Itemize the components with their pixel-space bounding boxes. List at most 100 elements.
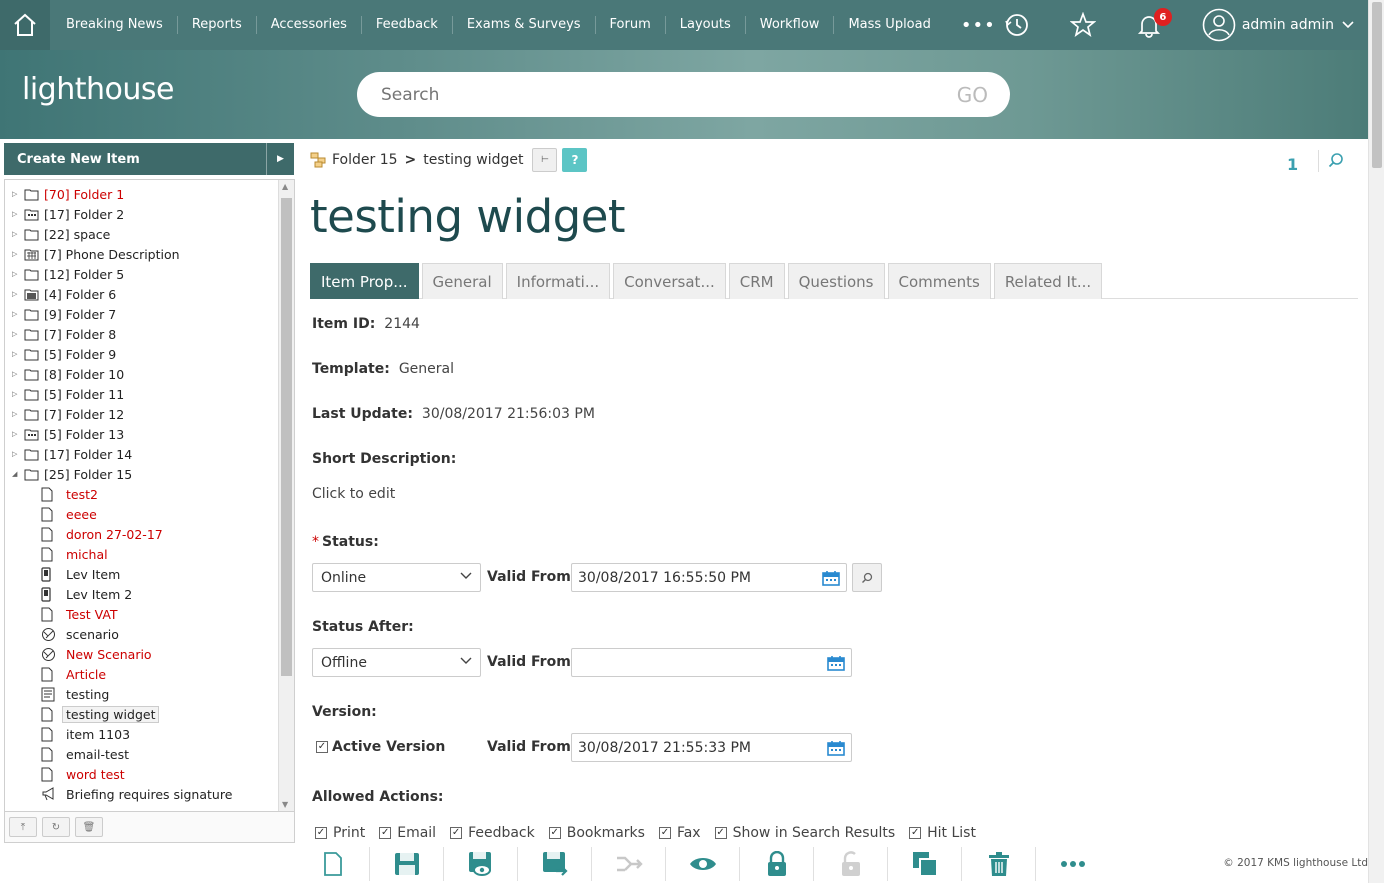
nav-item-breaking-news[interactable]: Breaking News (52, 16, 178, 34)
expand-triangle-icon[interactable]: ▷ (12, 370, 22, 378)
checkbox-checked-icon[interactable]: ✓ (909, 827, 922, 839)
delete-button[interactable] (962, 847, 1036, 881)
tree-item[interactable]: email-test (35, 744, 129, 764)
notifications-button[interactable]: 6 (1116, 0, 1182, 50)
status-after-select[interactable]: Offline (312, 648, 481, 677)
user-menu[interactable]: admin admin (1182, 0, 1384, 50)
allowed-action-show-in-search-results[interactable]: ✓ Show in Search Results (714, 825, 895, 841)
nav-item-feedback[interactable]: Feedback (362, 16, 453, 34)
tree-item[interactable]: test2 (35, 484, 98, 504)
refresh-tree-button[interactable]: ↻ (42, 817, 70, 837)
duplicate-button[interactable] (888, 847, 962, 881)
nav-item-accessories[interactable]: Accessories (257, 16, 362, 34)
tree-item[interactable]: Lev Item (35, 564, 120, 584)
expand-triangle-icon[interactable]: ▷ (12, 390, 22, 398)
version-valid-from-field[interactable]: 30/08/2017 21:55:33 PM (571, 733, 852, 762)
tree-item[interactable]: eeee (35, 504, 97, 524)
expand-triangle-icon[interactable]: ▷ (12, 210, 22, 218)
tree-folder[interactable]: ▷ [7] Phone Description (5, 244, 180, 264)
tree-item[interactable]: scenario (35, 624, 119, 644)
page-number[interactable]: 1 (1287, 155, 1298, 174)
tree-locate-button[interactable]: ⊢ (532, 148, 558, 172)
tab-conversat[interactable]: Conversat... (613, 263, 726, 299)
preview-button[interactable] (666, 847, 740, 881)
tree-folder[interactable]: ▷ [22] space (5, 224, 110, 244)
tree-folder[interactable]: ▷ [5] Folder 11 (5, 384, 124, 404)
tree-folder[interactable]: ▷ [5] Folder 9 (5, 344, 116, 364)
nav-item-forum[interactable]: Forum (596, 16, 666, 34)
tree-item[interactable]: doron 27-02-17 (35, 524, 163, 544)
allowed-action-feedback[interactable]: ✓ Feedback (450, 825, 535, 841)
status-after-valid-from-field[interactable] (571, 648, 852, 677)
more-actions-button[interactable] (1036, 847, 1110, 881)
allowed-action-fax[interactable]: ✓ Fax (658, 825, 701, 841)
create-new-item-button[interactable]: Create New Item ▶ (4, 143, 294, 175)
unlock-button[interactable] (814, 847, 888, 881)
expand-triangle-icon[interactable]: ▷ (12, 190, 22, 198)
save-and-close-button[interactable] (518, 847, 592, 881)
allowed-action-print[interactable]: ✓ Print (315, 825, 365, 841)
checkbox-checked-icon[interactable]: ✓ (450, 827, 463, 839)
tree-item[interactable]: Test VAT (35, 604, 118, 624)
checkbox-checked-icon[interactable]: ✓ (379, 827, 392, 839)
tree-folder[interactable]: ▷ [12] Folder 5 (5, 264, 124, 284)
expand-triangle-icon[interactable]: ▷ (12, 410, 22, 418)
expand-triangle-icon[interactable]: ▷ (12, 250, 22, 258)
tree-folder[interactable]: ▷ [5] Folder 13 (5, 424, 124, 444)
tab-item-prop[interactable]: Item Prop... (310, 263, 419, 299)
nav-item-reports[interactable]: Reports (178, 16, 257, 34)
collapse-all-button[interactable]: ⤒ (9, 817, 37, 837)
status-lookup-button[interactable] (852, 563, 882, 592)
nav-item-layouts[interactable]: Layouts (666, 16, 746, 34)
tree-folder[interactable]: ▷ [4] Folder 6 (5, 284, 116, 304)
tree-folder[interactable]: ▷ [8] Folder 10 (5, 364, 124, 384)
expand-triangle-icon[interactable]: ▷ (12, 270, 22, 278)
search-icon[interactable] (1328, 152, 1344, 168)
tree-item[interactable]: New Scenario (35, 644, 152, 664)
favorites-button[interactable] (1050, 0, 1116, 50)
collapse-triangle-icon[interactable]: ◢ (12, 470, 22, 478)
checkbox-checked-icon[interactable]: ✓ (714, 827, 727, 839)
breadcrumb-folder[interactable]: Folder 15 (332, 152, 398, 168)
tree-folder[interactable]: ▷ [9] Folder 7 (5, 304, 116, 324)
new-document-button[interactable] (296, 847, 370, 881)
nav-item-mass-upload[interactable]: Mass Upload (834, 16, 944, 34)
tree-folder[interactable]: ▷ [70] Folder 1 (5, 184, 124, 204)
history-button[interactable] (984, 0, 1050, 50)
tree-item[interactable]: Briefing requires signature (35, 784, 232, 804)
trash-button[interactable]: 🗑 (75, 817, 103, 837)
expand-triangle-icon[interactable]: ▷ (12, 450, 22, 458)
tree-scrollbar[interactable]: ▲ ▼ (278, 180, 294, 811)
tab-general[interactable]: General (421, 263, 503, 299)
tree-item[interactable]: testing widget (35, 704, 160, 724)
tab-crm[interactable]: CRM (728, 263, 785, 299)
expand-triangle-icon[interactable]: ▷ (12, 290, 22, 298)
allowed-action-bookmarks[interactable]: ✓ Bookmarks (548, 825, 645, 841)
tree-folder[interactable]: ◢ [25] Folder 15 (5, 464, 132, 484)
save-button[interactable] (370, 847, 444, 881)
allowed-action-hit-list[interactable]: ✓ Hit List (909, 825, 976, 841)
expand-triangle-icon[interactable]: ▷ (12, 330, 22, 338)
help-button[interactable]: ? (562, 148, 588, 172)
create-arrow-icon[interactable]: ▶ (266, 143, 294, 175)
checkbox-checked-icon[interactable]: ✓ (658, 827, 671, 839)
calendar-icon[interactable] (827, 740, 845, 756)
status-select[interactable]: Online (312, 563, 481, 592)
page-scrollbar[interactable] (1368, 0, 1384, 883)
workflow-button[interactable] (592, 847, 666, 881)
tree-folder[interactable]: ▷ [17] Folder 2 (5, 204, 124, 224)
tab-questions[interactable]: Questions (787, 263, 885, 299)
tree-item[interactable]: michal (35, 544, 108, 564)
expand-triangle-icon[interactable]: ▷ (12, 350, 22, 358)
calendar-icon[interactable] (827, 655, 845, 671)
tree-folder[interactable]: ▷ [7] Folder 12 (5, 404, 124, 424)
active-version-checkbox[interactable]: ✓ Active Version (316, 739, 454, 755)
nav-item-exams-surveys[interactable]: Exams & Surveys (453, 16, 596, 34)
tree-item[interactable]: word test (35, 764, 125, 784)
nav-item-workflow[interactable]: Workflow (746, 16, 835, 34)
expand-triangle-icon[interactable]: ▷ (12, 310, 22, 318)
short-description-value[interactable]: Click to edit (312, 486, 395, 502)
lock-button[interactable] (740, 847, 814, 881)
tree-item[interactable]: testing (35, 684, 109, 704)
status-valid-from-field[interactable]: 30/08/2017 16:55:50 PM (571, 563, 847, 592)
